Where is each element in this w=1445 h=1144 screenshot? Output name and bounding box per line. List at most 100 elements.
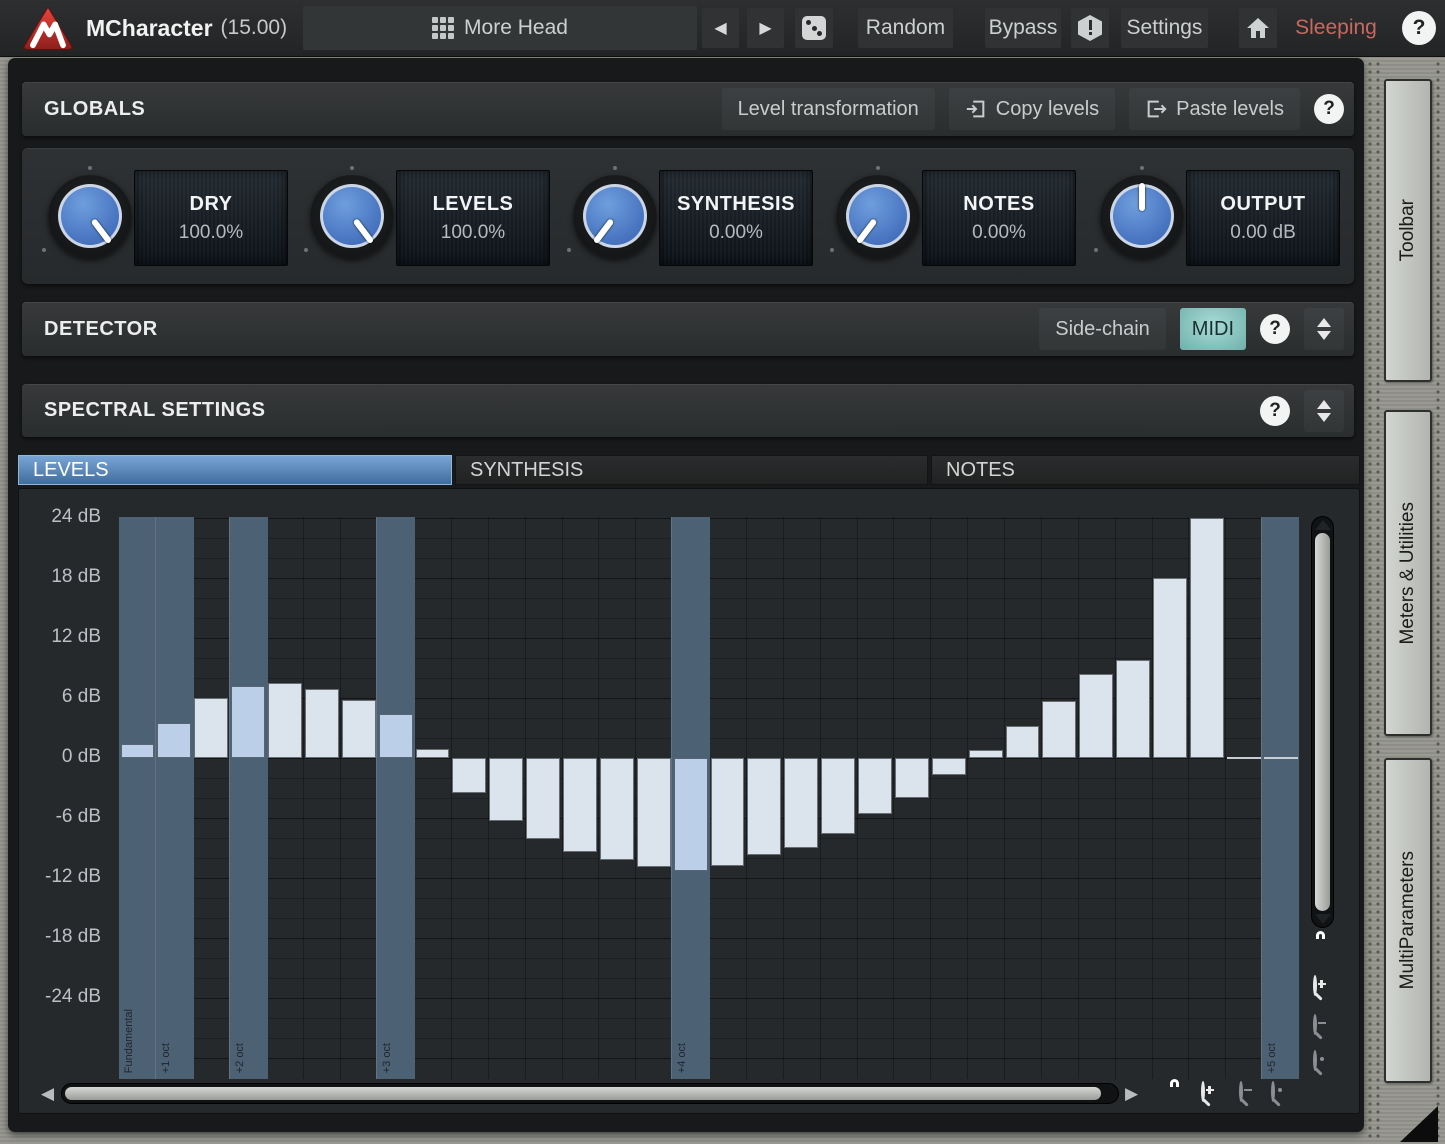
alert-button[interactable] (1071, 8, 1109, 48)
dry-knob[interactable] (48, 174, 132, 258)
question-mark-icon: ? (1269, 400, 1281, 422)
harmonic-bar[interactable] (526, 758, 560, 839)
copy-levels-button[interactable]: Copy levels (949, 88, 1115, 130)
synthesis-value: 0.00% (709, 222, 763, 244)
detector-help-button[interactable]: ? (1260, 314, 1290, 344)
vertical-scroll-thumb[interactable] (1315, 533, 1330, 911)
harmonic-bar[interactable] (895, 758, 929, 798)
notes-label: NOTES (963, 193, 1034, 216)
spectral-settings-section-header[interactable]: SPECTRAL SETTINGS ? (22, 384, 1354, 437)
harmonic-bar[interactable] (600, 758, 634, 860)
level-transformation-button[interactable]: Level transformation (722, 88, 935, 130)
spectral-collapse-button[interactable] (1304, 390, 1344, 432)
vertical-zoom-fit-button[interactable] (1313, 1052, 1317, 1070)
harmonic-bar[interactable] (194, 698, 228, 758)
harmonic-bar[interactable] (121, 744, 155, 758)
spectral-help-button[interactable]: ? (1260, 396, 1290, 426)
harmonic-bar[interactable] (1116, 660, 1150, 758)
horizontal-zoom-out-button[interactable] (1239, 1083, 1243, 1101)
previous-preset-button[interactable]: ◀ (702, 8, 739, 48)
harmonic-bar[interactable] (563, 758, 597, 852)
harmonic-bar[interactable] (1190, 518, 1224, 758)
window-resize-handle[interactable] (1400, 1106, 1438, 1142)
zoom-in-icon (1201, 1081, 1205, 1102)
harmonic-bar[interactable] (711, 758, 745, 866)
output-value-display[interactable]: OUTPUT 0.00 dB (1186, 170, 1340, 266)
harmonic-bar[interactable] (268, 683, 302, 758)
home-button[interactable] (1239, 8, 1277, 48)
detector-collapse-button[interactable] (1304, 308, 1344, 350)
randomize-dice-button[interactable] (795, 8, 833, 48)
sidebar-tab-toolbar[interactable]: Toolbar (1384, 79, 1432, 382)
harmonic-bar[interactable] (969, 750, 1003, 758)
horizontal-zoom-fit-button[interactable] (1271, 1083, 1275, 1101)
levels-value-display[interactable]: LEVELS 100.0% (396, 170, 550, 266)
harmonic-bar[interactable] (1006, 726, 1040, 758)
scroll-left-arrow-icon[interactable]: ◀ (41, 1084, 54, 1104)
harmonic-bar[interactable] (1042, 701, 1076, 758)
scroll-right-arrow-icon[interactable]: ▶ (1125, 1084, 1138, 1104)
bypass-button[interactable]: Bypass (985, 8, 1061, 48)
chart-horizontal-scrollbar[interactable] (61, 1083, 1119, 1104)
melda-logo-icon[interactable] (22, 5, 74, 51)
harmonic-bar[interactable] (784, 758, 818, 848)
help-button[interactable]: ? (1402, 11, 1436, 45)
harmonic-bar[interactable] (231, 686, 265, 758)
tab-levels[interactable]: LEVELS (18, 455, 452, 485)
tab-notes[interactable]: NOTES (931, 455, 1360, 485)
harmonic-bar[interactable] (747, 758, 781, 855)
next-preset-button[interactable]: ▶ (747, 8, 784, 48)
harmonic-bar[interactable] (305, 689, 339, 758)
chart-vertical-scrollbar[interactable] (1311, 516, 1334, 928)
paste-icon (1145, 98, 1167, 120)
harmonic-bar[interactable] (489, 758, 523, 821)
vertical-zoom-in-button[interactable] (1313, 977, 1317, 995)
notes-value-display[interactable]: NOTES 0.00% (922, 170, 1076, 266)
synthesis-value-display[interactable]: SYNTHESIS 0.00% (659, 170, 813, 266)
vertical-zoom-out-button[interactable] (1313, 1016, 1317, 1034)
detector-section-header[interactable]: DETECTOR Side-chain MIDI ? (22, 302, 1354, 356)
horizontal-scroll-thumb[interactable] (65, 1087, 1101, 1100)
harmonic-bar[interactable] (637, 758, 671, 867)
plot-area[interactable]: Fundamental+1 oct+2 oct+3 oct+4 oct+5 oc… (119, 517, 1299, 1079)
scroll-down-arrow-icon[interactable] (1315, 914, 1331, 924)
synthesis-knob[interactable] (573, 174, 657, 258)
output-knob[interactable] (1100, 174, 1184, 258)
harmonic-bar[interactable] (157, 723, 191, 758)
side-chain-button[interactable]: Side-chain (1039, 308, 1166, 350)
harmonic-bar[interactable] (342, 700, 376, 758)
levels-knob-group: LEVELS 100.0% (286, 148, 552, 284)
levels-knob[interactable] (310, 174, 394, 258)
harmonic-bar[interactable] (1264, 757, 1298, 759)
harmonic-bar[interactable] (379, 714, 413, 758)
settings-button[interactable]: Settings (1121, 8, 1208, 48)
harmonic-bar[interactable] (1227, 757, 1261, 759)
preset-selector[interactable]: More Head (303, 6, 697, 50)
harmonic-bar[interactable] (858, 758, 892, 814)
harmonic-bar[interactable] (821, 758, 855, 834)
sidebar-tab-multiparameters[interactable]: MultiParameters (1384, 758, 1432, 1083)
harmonic-bar[interactable] (1079, 674, 1113, 758)
globals-help-button[interactable]: ? (1314, 94, 1344, 124)
horizontal-zoom-in-button[interactable] (1201, 1083, 1205, 1101)
sidebar-tab-meters-utilities[interactable]: Meters & Utilities (1384, 410, 1432, 736)
scroll-up-arrow-icon[interactable] (1315, 520, 1331, 530)
harmonic-bar[interactable] (452, 758, 486, 793)
globals-section-header[interactable]: GLOBALS Level transformation Copy levels (22, 82, 1354, 136)
tab-synthesis[interactable]: SYNTHESIS (455, 455, 928, 485)
midi-button[interactable]: MIDI (1180, 308, 1246, 350)
dry-value-display[interactable]: DRY 100.0% (134, 170, 288, 266)
paste-levels-button[interactable]: Paste levels (1129, 88, 1300, 130)
harmonic-bar[interactable] (416, 749, 450, 758)
bypass-label: Bypass (989, 16, 1058, 40)
harmonic-bar[interactable] (932, 758, 966, 775)
harmonic-bar[interactable] (674, 758, 708, 871)
main-panel: GLOBALS Level transformation Copy levels (8, 58, 1364, 1132)
multiparameters-tab-label: MultiParameters (1397, 851, 1419, 989)
random-button[interactable]: Random (858, 8, 953, 48)
harmonic-bar[interactable] (1153, 578, 1187, 758)
sleeping-status-button[interactable]: Sleeping (1288, 8, 1384, 48)
notes-knob[interactable] (836, 174, 920, 258)
zoom-fit-icon (1271, 1081, 1275, 1102)
y-axis-label: 12 dB (19, 626, 101, 648)
